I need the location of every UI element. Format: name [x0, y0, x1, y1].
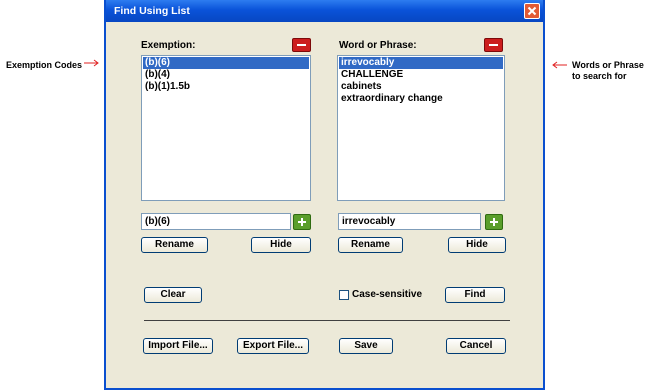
phrase-list[interactable]: irrevocably CHALLENGE cabinets extraordi… — [337, 55, 505, 201]
annotation-line-2: to search for — [572, 71, 627, 81]
find-using-list-dialog: Find Using List Exemption: (b)(6) (b)(4)… — [104, 0, 545, 390]
word-phrase-label: Word or Phrase: — [339, 40, 417, 51]
save-button[interactable]: Save — [339, 338, 393, 354]
exemption-codes-annotation: Exemption Codes — [6, 60, 83, 70]
export-file-button[interactable]: Export File... — [237, 338, 309, 354]
add-exemption-button[interactable] — [293, 214, 311, 230]
list-item[interactable]: (b)(4) — [143, 69, 309, 81]
divider — [144, 320, 510, 321]
close-button[interactable] — [524, 3, 540, 19]
list-item[interactable]: cabinets — [339, 81, 503, 93]
annotation-line-1: Words or Phrase — [572, 60, 644, 70]
phrase-input[interactable]: irrevocably — [338, 213, 481, 230]
find-button[interactable]: Find — [445, 287, 505, 303]
hide-exemption-button[interactable]: Hide — [251, 237, 311, 253]
exemption-label: Exemption: — [141, 40, 196, 51]
exemption-input[interactable]: (b)(6) — [141, 213, 291, 230]
list-item[interactable]: (b)(6) — [143, 57, 309, 69]
import-file-button[interactable]: Import File... — [143, 338, 213, 354]
rename-phrase-button[interactable]: Rename — [338, 237, 403, 253]
close-icon — [527, 6, 537, 16]
list-item[interactable]: (b)(1)1.5b — [143, 81, 309, 93]
add-phrase-button[interactable] — [485, 214, 503, 230]
rename-exemption-button[interactable]: Rename — [141, 237, 208, 253]
remove-exemption-button[interactable] — [292, 38, 311, 52]
exemption-list[interactable]: (b)(6) (b)(4) (b)(1)1.5b — [141, 55, 311, 201]
dialog-title: Find Using List — [114, 5, 190, 17]
right-arrow-icon — [84, 59, 99, 67]
cancel-button[interactable]: Cancel — [446, 338, 506, 354]
case-sensitive-checkbox[interactable] — [339, 290, 349, 300]
remove-phrase-button[interactable] — [484, 38, 503, 52]
list-item[interactable]: extraordinary change — [339, 93, 503, 105]
list-item[interactable]: CHALLENGE — [339, 69, 503, 81]
clear-button[interactable]: Clear — [144, 287, 202, 303]
words-phrase-annotation: Words or Phrase to search for — [572, 60, 644, 82]
case-sensitive-label[interactable]: Case-sensitive — [352, 289, 422, 300]
hide-phrase-button[interactable]: Hide — [448, 237, 506, 253]
title-bar[interactable]: Find Using List — [106, 0, 543, 22]
left-arrow-icon — [552, 61, 567, 69]
list-item[interactable]: irrevocably — [339, 57, 503, 69]
